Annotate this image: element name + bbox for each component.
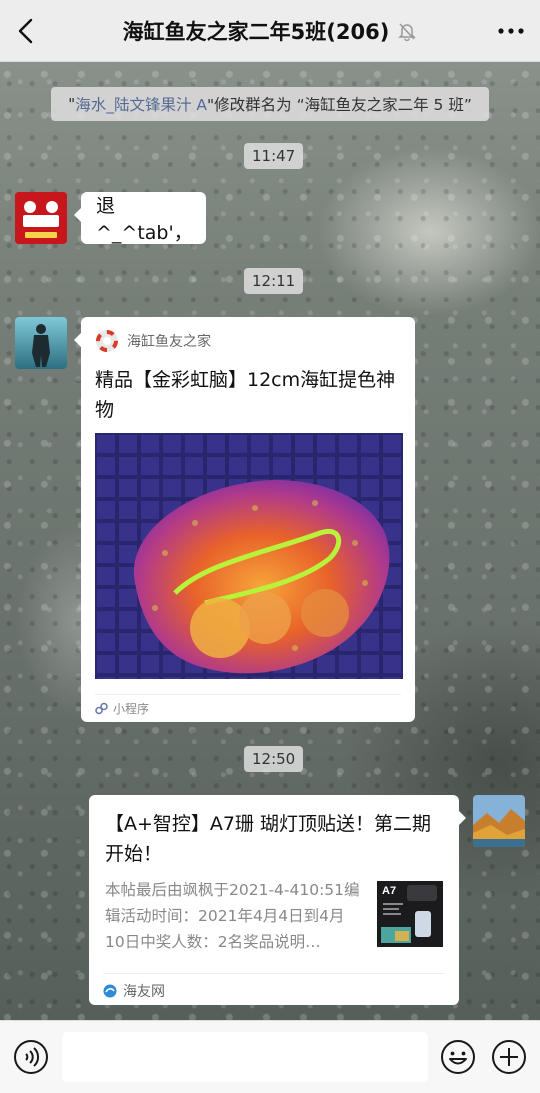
avatar-landscape-icon [473,795,525,847]
chevron-left-icon[interactable] [14,17,40,45]
group-rename-notice: " 海水_陆文锋果汁 A "修改群名为 “海缸鱼友之家二年 5 班” [51,87,489,121]
avatar-logo-icon [15,192,67,244]
link-card-description: 本帖最后由飒枫于2021-4-410:51编辑活动时间：2021年4月4日到4月… [105,881,360,951]
bell-off-icon [398,22,417,41]
mini-program-source: 海缸鱼友之家 [127,334,211,350]
lifebuoy-logo-icon [96,330,118,352]
avatar-photo-icon [15,317,67,369]
avatar-self[interactable] [473,795,525,847]
link-card-footer: 海友网 [103,973,445,1007]
emoji-icon[interactable] [440,1039,476,1075]
notice-actor-link[interactable]: 海水_陆文锋果汁 A [75,93,207,115]
mini-program-footer: 小程序 [95,694,401,722]
coral-picture [95,433,403,679]
mini-program-title: 精品【金彩虹脑】12cm海缸提色神物 [95,369,396,421]
notice-quote: " [68,95,76,113]
avatar[interactable] [15,317,67,369]
message-input[interactable] [62,1032,428,1082]
chat-title-wrap: 海缸鱼友之家二年5班(206) [123,16,418,46]
coral-image [95,433,403,679]
chat-header: 海缸鱼友之家二年5班(206) [0,0,540,62]
mini-program-label: 小程序 [113,702,150,716]
more-dots-icon[interactable] [496,20,526,42]
product-thumbnail: A7 [377,881,443,947]
voice-icon[interactable] [13,1039,49,1075]
link-card[interactable]: 【A+智控】A7珊 瑚灯顶贴送！第二期开始！ 本帖最后由飒枫于2021-4-41… [89,795,466,1007]
timestamp: 12:50 [244,746,304,772]
chat-title[interactable]: 海缸鱼友之家二年5班(206) [123,16,390,46]
message-bubble[interactable]: 退 ^_^tab'， [74,192,206,244]
link-card-source: 海友网 [123,983,165,1000]
input-bar [0,1020,540,1093]
thumb-label: A7 [382,885,396,897]
plus-icon[interactable] [491,1039,527,1075]
message-text: 退 ^_^tab'， [96,195,193,244]
link-card-thumbnail: A7 [377,881,443,947]
mini-program-header: 海缸鱼友之家 [95,329,211,353]
notice-text: "修改群名为 “海缸鱼友之家二年 5 班” [207,96,472,114]
timestamp: 11:47 [244,143,304,169]
timestamp: 12:11 [244,268,304,294]
avatar[interactable] [15,192,67,244]
mini-program-card[interactable]: 海缸鱼友之家 精品【金彩虹脑】12cm海缸提色神物 小程序 [74,317,415,722]
mini-program-icon [95,702,108,715]
site-logo-icon [103,984,117,997]
link-card-title: 【A+智控】A7珊 瑚灯顶贴送！第二期开始！ [105,813,432,865]
